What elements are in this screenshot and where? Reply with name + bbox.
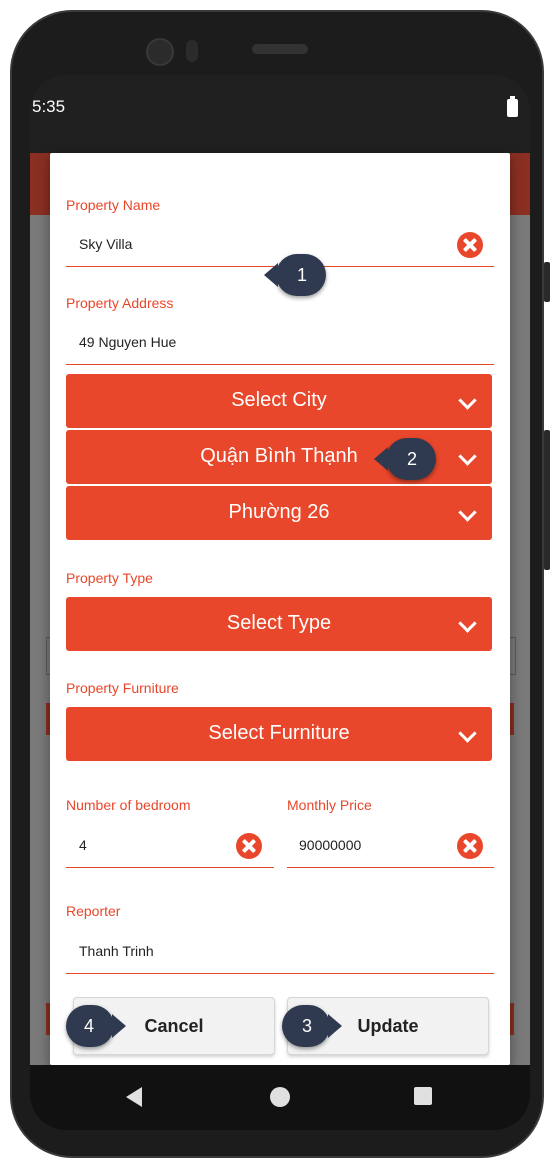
- status-bar: 5:35: [30, 75, 530, 153]
- property-name-label: Property Name: [66, 197, 161, 213]
- property-type-value: Select Type: [226, 612, 332, 634]
- property-type-label: Property Type: [66, 570, 153, 586]
- property-furniture-value: Select Furniture: [208, 722, 350, 744]
- callout-1: 1: [264, 254, 326, 296]
- phone-side-button: [544, 262, 550, 302]
- home-icon[interactable]: [270, 1087, 290, 1107]
- property-furniture-label: Property Furniture: [66, 680, 179, 696]
- reporter-underline: [66, 973, 494, 974]
- callout-number: 1: [296, 265, 307, 285]
- city-select-value: Select City: [231, 389, 327, 411]
- callout-4: 4: [66, 1005, 126, 1047]
- monthly-price-underline: [287, 867, 494, 868]
- recent-apps-icon[interactable]: [414, 1087, 432, 1105]
- clear-property-name-icon[interactable]: [457, 232, 483, 258]
- callout-pointer: [264, 263, 278, 287]
- bedrooms-input[interactable]: 4: [79, 837, 87, 853]
- property-address-label: Property Address: [66, 295, 174, 311]
- front-camera: [146, 38, 174, 66]
- ward-select-value: Phường 26: [228, 501, 330, 523]
- battery-icon: [507, 96, 518, 117]
- navigation-bar: [30, 1065, 530, 1130]
- property-furniture-select[interactable]: Select Furniture: [66, 707, 492, 761]
- callout-number: 2: [406, 449, 417, 469]
- callout-pointer: [328, 1014, 342, 1038]
- earpiece: [252, 44, 308, 54]
- screen: 5:35 Property Name Sky Villa Property Ad…: [30, 75, 530, 1130]
- clear-bedrooms-icon[interactable]: [236, 833, 262, 859]
- callout-2: 2: [374, 438, 436, 480]
- callout-number: 3: [301, 1016, 312, 1036]
- reporter-label: Reporter: [66, 903, 121, 919]
- property-address-input[interactable]: 49 Nguyen Hue: [79, 334, 176, 350]
- property-type-select[interactable]: Select Type: [66, 597, 492, 651]
- property-address-underline: [66, 364, 494, 365]
- monthly-price-input[interactable]: 90000000: [299, 837, 361, 853]
- callout-pointer: [374, 447, 388, 471]
- property-name-input[interactable]: Sky Villa: [79, 236, 132, 252]
- front-sensor: [186, 40, 198, 62]
- ward-select[interactable]: Phường 26: [66, 486, 492, 540]
- monthly-price-label: Monthly Price: [287, 797, 372, 813]
- bedrooms-underline: [66, 867, 274, 868]
- status-time: 5:35: [32, 97, 66, 116]
- callout-number: 4: [83, 1016, 94, 1036]
- edit-property-dialog: Property Name Sky Villa Property Address…: [50, 153, 510, 1065]
- callout-pointer: [112, 1014, 126, 1038]
- phone-side-button: [544, 430, 550, 570]
- city-select[interactable]: Select City: [66, 374, 492, 428]
- bedrooms-label: Number of bedroom: [66, 797, 191, 813]
- back-icon[interactable]: [126, 1087, 142, 1107]
- callout-3: 3: [282, 1005, 342, 1047]
- reporter-input[interactable]: Thanh Trinh: [79, 943, 154, 959]
- clear-monthly-price-icon[interactable]: [457, 833, 483, 859]
